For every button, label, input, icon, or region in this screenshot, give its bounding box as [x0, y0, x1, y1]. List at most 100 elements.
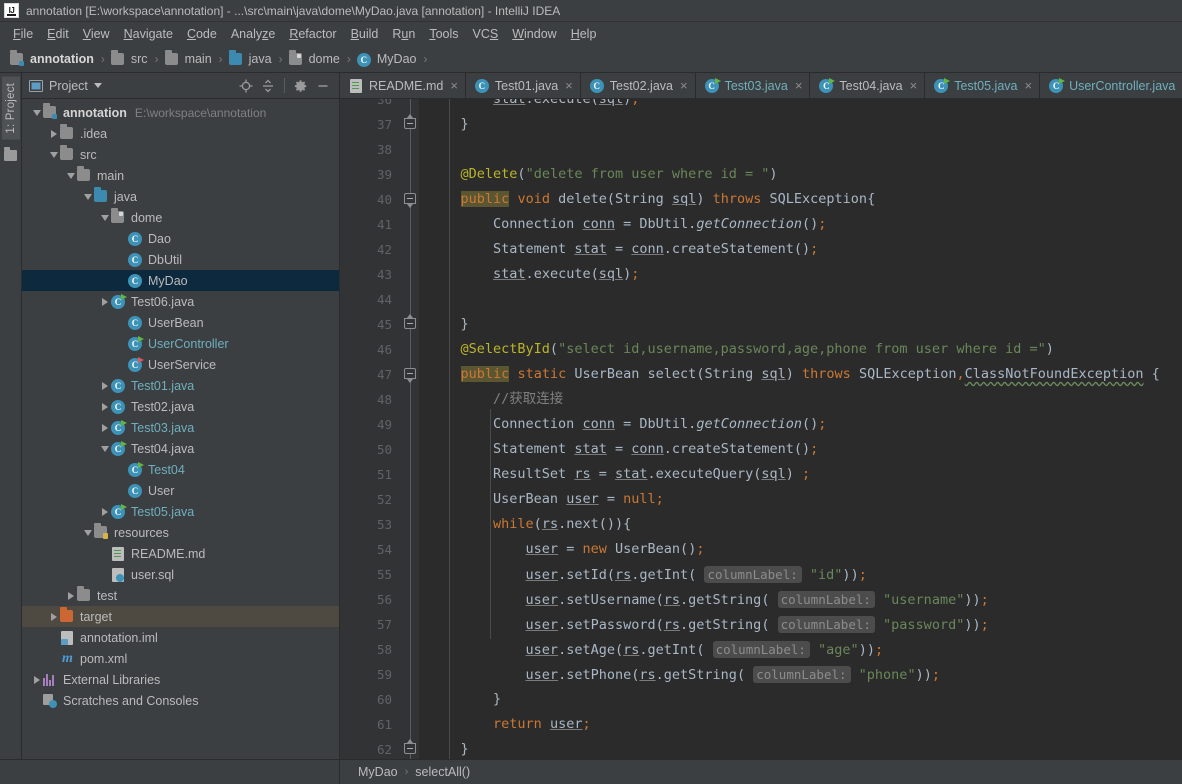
code-folding-gutter[interactable] — [402, 99, 419, 759]
chevron-right-icon[interactable] — [47, 129, 60, 138]
editor-viewport[interactable]: 36 37 38 39 40 41 42 43 44 45 46 47 48 49 50 51 52 53 54 55… — [340, 99, 1182, 759]
status-breadcrumb-item[interactable]: MyDao — [358, 765, 398, 779]
close-icon[interactable]: × — [450, 79, 458, 92]
editor-tab-readme-md[interactable]: README.md × — [340, 73, 466, 98]
tree-node-annotation-iml[interactable]: annotation.iml — [22, 627, 339, 648]
breadcrumb-item-annotation[interactable]: annotation — [6, 49, 97, 68]
folder-icon — [164, 49, 180, 67]
tree-node-scratches-and-consoles[interactable]: Scratches and Consoles — [22, 690, 339, 711]
tree-node-readme-md[interactable]: README.md — [22, 543, 339, 564]
fold-start-icon[interactable] — [403, 192, 418, 208]
tree-node-test06-java[interactable]: Test06.java — [22, 291, 339, 312]
chevron-down-icon[interactable] — [98, 214, 111, 221]
editor-tab-usercontroller-java[interactable]: UserController.java× — [1040, 73, 1182, 98]
menu-item-file[interactable]: File — [6, 25, 40, 43]
menu-item-analyze[interactable]: Analyze — [224, 25, 282, 43]
chevron-down-icon[interactable] — [64, 172, 77, 179]
code-token: getString — [688, 592, 762, 608]
code-line: } — [460, 316, 469, 332]
chevron-right-icon[interactable] — [30, 675, 43, 684]
chevron-right-icon[interactable] — [98, 507, 111, 516]
close-icon[interactable]: × — [795, 79, 803, 92]
tree-node-test05-java[interactable]: Test05.java — [22, 501, 339, 522]
tree-node-annotation[interactable]: annotation E:\workspace\annotation — [22, 102, 339, 123]
status-breadcrumb-item[interactable]: selectAll() — [415, 765, 470, 779]
editor-tab-test03-java[interactable]: Test03.java × — [696, 73, 811, 98]
class-icon — [128, 483, 143, 498]
tree-node-userbean[interactable]: UserBean — [22, 312, 339, 333]
tree-node-user[interactable]: User — [22, 480, 339, 501]
editor-tab-test05-java[interactable]: Test05.java × — [925, 73, 1041, 98]
chevron-down-icon[interactable] — [47, 151, 60, 158]
chevron-down-icon[interactable] — [81, 193, 94, 200]
tree-node-mydao[interactable]: MyDao — [22, 270, 339, 291]
tree-node-usercontroller[interactable]: UserController — [22, 333, 339, 354]
tree-node-userservice[interactable]: UserService — [22, 354, 339, 375]
chevron-down-icon[interactable] — [81, 529, 94, 536]
close-icon[interactable]: × — [1024, 79, 1032, 92]
fold-start-icon[interactable] — [403, 367, 418, 383]
gear-icon[interactable] — [291, 76, 311, 96]
tree-node-test03-java[interactable]: Test03.java — [22, 417, 339, 438]
menu-item-help[interactable]: Help — [564, 25, 604, 43]
tree-node-dao[interactable]: Dao — [22, 228, 339, 249]
tree-node-test04-java[interactable]: Test04.java — [22, 438, 339, 459]
menu-item-vcs[interactable]: VCS — [466, 25, 506, 43]
editor-tab-test01-java[interactable]: Test01.java × — [466, 73, 581, 98]
tree-node--idea[interactable]: .idea — [22, 123, 339, 144]
chevron-right-icon[interactable] — [98, 402, 111, 411]
tree-node-pom-xml[interactable]: pom.xml — [22, 648, 339, 669]
chevron-right-icon[interactable] — [98, 297, 111, 306]
menu-item-build[interactable]: Build — [344, 25, 386, 43]
chevron-down-icon[interactable] — [30, 109, 43, 116]
collapse-all-icon[interactable] — [258, 76, 278, 96]
locate-icon[interactable] — [236, 76, 256, 96]
fold-end-icon[interactable] — [403, 114, 418, 132]
chevron-right-icon[interactable] — [98, 381, 111, 390]
menu-item-tools[interactable]: Tools — [422, 25, 465, 43]
menu-item-run[interactable]: Run — [385, 25, 422, 43]
breadcrumb-item-java[interactable]: java — [225, 49, 275, 68]
tree-node-test01-java[interactable]: Test01.java — [22, 375, 339, 396]
editor-tab-test04-java[interactable]: Test04.java × — [810, 73, 926, 98]
chevron-right-icon[interactable] — [47, 612, 60, 621]
tree-node-main[interactable]: main — [22, 165, 339, 186]
tree-node-test[interactable]: test — [22, 585, 339, 606]
menu-item-view[interactable]: View — [76, 25, 117, 43]
string-literal: "password" — [883, 617, 965, 633]
tree-node-java[interactable]: java — [22, 186, 339, 207]
breadcrumb-item-dome[interactable]: dome — [285, 49, 343, 68]
menu-item-window[interactable]: Window — [505, 25, 563, 43]
close-icon[interactable]: × — [910, 79, 918, 92]
fold-end-icon[interactable] — [403, 739, 418, 757]
close-icon[interactable]: × — [680, 79, 688, 92]
chevron-right-icon[interactable] — [98, 423, 111, 432]
tree-node-resources[interactable]: resources — [22, 522, 339, 543]
fold-end-icon[interactable] — [403, 314, 418, 332]
chevron-right-icon[interactable] — [64, 591, 77, 600]
chevron-down-icon[interactable] — [98, 445, 111, 452]
close-icon[interactable]: × — [565, 79, 573, 92]
breadcrumb-item-mydao[interactable]: MyDao — [353, 51, 420, 68]
toolwindow-tab-project[interactable]: 1: Project — [1, 77, 20, 140]
tree-node-target[interactable]: target — [22, 606, 339, 627]
menu-item-code[interactable]: Code — [180, 25, 224, 43]
breadcrumb-item-src[interactable]: src — [107, 49, 151, 68]
menu-item-navigate[interactable]: Navigate — [117, 25, 180, 43]
tree-node-test02-java[interactable]: Test02.java — [22, 396, 339, 417]
tree-node-external-libraries[interactable]: External Libraries — [22, 669, 339, 690]
tree-node-dbutil[interactable]: DbUtil — [22, 249, 339, 270]
minimize-icon[interactable] — [313, 76, 333, 96]
chevron-down-icon[interactable] — [93, 83, 102, 88]
tree-node-test04[interactable]: Test04 — [22, 459, 339, 480]
menu-item-refactor[interactable]: Refactor — [282, 25, 343, 43]
tree-node-user-sql[interactable]: user.sql — [22, 564, 339, 585]
tree-node-dome[interactable]: dome — [22, 207, 339, 228]
code-text[interactable]: stat.execute(sql); } @Delete("delete fro… — [419, 99, 1182, 759]
tree-node-src[interactable]: src — [22, 144, 339, 165]
breadcrumb-item-main[interactable]: main — [161, 49, 215, 68]
menu-item-edit[interactable]: Edit — [40, 25, 76, 43]
editor-tab-test02-java[interactable]: Test02.java × — [581, 73, 696, 98]
code-line: Connection conn = DbUtil.getConnection()… — [493, 216, 827, 232]
code-line: @Delete("delete from user where id = ") — [460, 166, 778, 182]
